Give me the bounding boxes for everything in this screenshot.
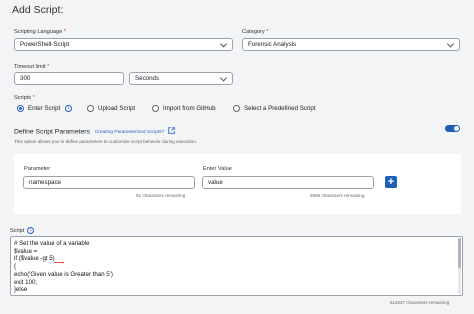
scripting-language-value: PowerShell-Script: [20, 41, 70, 48]
script-editor[interactable]: # Set the value of a variable $value = i…: [10, 236, 463, 296]
radio-enter-script[interactable]: Enter Script i: [17, 105, 73, 112]
scripting-language-select[interactable]: PowerShell-Script: [14, 38, 233, 51]
scripts-label: Scripts *: [14, 95, 35, 101]
required-mark: *: [266, 29, 269, 35]
radio-label: Import from GitHub: [163, 105, 216, 112]
external-link-icon[interactable]: [168, 127, 175, 136]
required-mark: *: [47, 64, 50, 70]
category-label: Category *: [242, 29, 268, 35]
info-icon[interactable]: i: [27, 227, 35, 234]
script-scrollbar[interactable]: [458, 238, 461, 294]
radio-predefined-script[interactable]: Select a Predefined Script: [233, 105, 316, 112]
spellcheck-underline: [54, 262, 64, 263]
category-label-text: Category: [242, 29, 265, 35]
script-label: Script i: [10, 227, 35, 234]
chevron-down-icon: [446, 39, 455, 48]
define-parameters-title-text: Define Script Parameters: [14, 128, 90, 136]
code-line: exit 100;: [14, 278, 38, 286]
enter-value-label: Enter Value: [203, 166, 232, 172]
radio-unselected-icon: [233, 105, 240, 112]
scripting-language-label-text: Scripting Language: [14, 29, 63, 35]
page-title: Add Script:: [12, 4, 64, 16]
category-value: Forensic Analysis: [248, 41, 297, 48]
timeout-unit-select[interactable]: Seconds: [129, 72, 233, 85]
radio-upload-script[interactable]: Upload Script: [87, 105, 135, 112]
parameter-input[interactable]: namespace: [23, 176, 195, 189]
parameter-remaining: 91 characters remaining: [136, 193, 186, 198]
radio-label: Upload Script: [98, 105, 136, 112]
code-line: }else: [14, 286, 28, 294]
radio-unselected-icon: [152, 105, 159, 112]
enter-value-value: value: [208, 179, 223, 186]
enter-value-input[interactable]: value: [202, 176, 374, 189]
add-parameter-button[interactable]: +: [385, 176, 397, 188]
parameterized-scripts-link[interactable]: Creating Parameterized Scripts?: [95, 130, 164, 135]
timeout-unit-value: Seconds: [135, 75, 160, 82]
script-remaining: 511837 characters remaining: [390, 300, 450, 305]
code-line: {: [14, 263, 17, 271]
chevron-down-icon: [219, 73, 228, 82]
parameter-label: Parameter: [24, 166, 51, 172]
required-mark: *: [63, 29, 66, 35]
code-line: echo('Given value is Greater than 5'): [14, 270, 113, 278]
script-label-text: Script: [10, 227, 25, 234]
toggle-knob: [454, 126, 459, 131]
radio-label: Enter Script: [28, 105, 61, 112]
required-mark: *: [32, 95, 35, 101]
radio-label: Select a Predefined Script: [244, 105, 316, 112]
info-icon[interactable]: i: [65, 105, 73, 112]
scripting-language-label: Scripting Language *: [14, 29, 66, 35]
scrollbar-thumb[interactable]: [458, 238, 461, 268]
timeout-input[interactable]: 300: [14, 72, 124, 85]
radio-selected-icon: [17, 105, 24, 112]
parameters-toggle[interactable]: [445, 125, 460, 132]
timeout-value: 300: [20, 75, 31, 82]
enter-value-remaining: 3995 characters remaining: [310, 193, 365, 198]
code-line: # Set the value of a variable: [14, 240, 90, 247]
parameter-value: namespace: [29, 179, 61, 186]
define-parameters-description: This option allows you to define paramet…: [14, 139, 198, 144]
script-code: # Set the value of a variable $value = i…: [14, 240, 113, 294]
category-select[interactable]: Forensic Analysis: [242, 38, 460, 51]
radio-import-github[interactable]: Import from GitHub: [152, 105, 216, 112]
timeout-label-text: Timeout limit: [14, 64, 46, 70]
chevron-down-icon: [219, 39, 228, 48]
code-line: $value =: [14, 247, 38, 255]
timeout-label: Timeout limit *: [14, 64, 49, 70]
scripts-label-text: Scripts: [14, 95, 32, 101]
radio-unselected-icon: [87, 105, 94, 112]
define-parameters-title: Define Script Parameters Creating Parame…: [14, 127, 175, 136]
